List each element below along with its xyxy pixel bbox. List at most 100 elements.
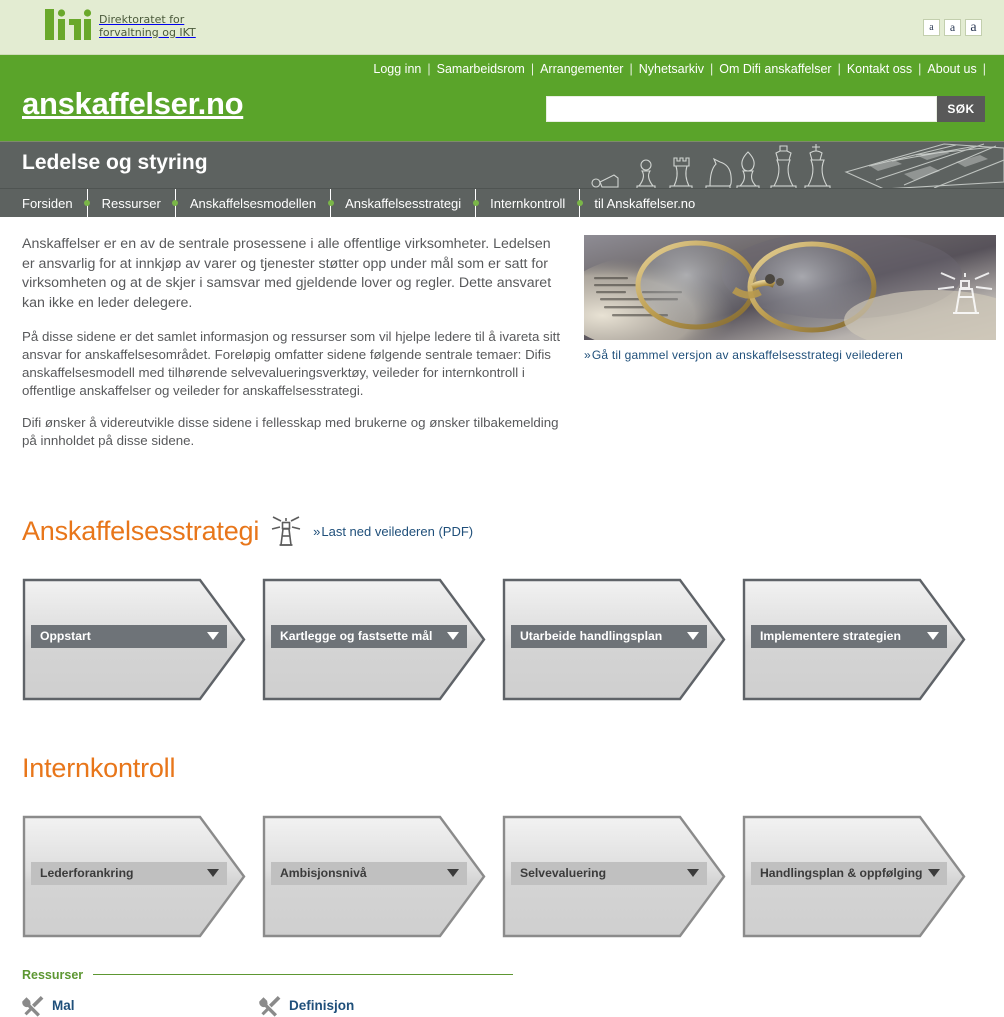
process-step-kartlegge-og-fastsette-mal[interactable]: Kartlegge og fastsette mål xyxy=(262,578,502,701)
strategy-process-row: Oppstart Kartlegge og fastsette mål Utar… xyxy=(22,578,982,701)
logo-bar: Direktoratet for forvaltning og IKT a a … xyxy=(0,0,1004,55)
tools-icon xyxy=(259,995,281,1017)
logo-tagline-line2: forvaltning og IKT xyxy=(99,25,196,39)
process-step-label-bar: Implementere strategien xyxy=(751,624,947,648)
nav-item-internkontroll[interactable]: Internkontroll xyxy=(476,189,579,217)
hero-banner: Ledelse og styring xyxy=(0,141,1004,188)
utility-separator: | xyxy=(710,61,714,76)
old-version-link[interactable]: »Gå til gammel versjon av anskaffelsesst… xyxy=(584,348,996,362)
internal-control-section-header: Internkontroll xyxy=(22,731,982,807)
process-step-label: Selvevaluering xyxy=(520,866,607,881)
site-title[interactable]: anskaffelser.no xyxy=(22,86,244,122)
process-step-selvevaluering[interactable]: Selvevaluering xyxy=(502,815,742,938)
utility-separator: | xyxy=(837,61,841,76)
utility-link-nyhetsarkiv[interactable]: Nyhetsarkiv xyxy=(633,62,710,76)
process-step-ambisjonsniva[interactable]: Ambisjonsnivå xyxy=(262,815,502,938)
utility-navigation: Logg inn | Samarbeidsrom | Arrangementer… xyxy=(0,55,1004,82)
resource-link-label: Mal xyxy=(52,998,75,1014)
process-step-label: Oppstart xyxy=(40,629,91,644)
process-step-label: Utarbeide handlingsplan xyxy=(520,629,663,644)
link-chevron-icon: » xyxy=(584,348,591,362)
process-step-label-bar: Handlingsplan & oppfølging xyxy=(751,861,947,885)
text-size-large[interactable]: a xyxy=(965,19,982,36)
pawn-icon xyxy=(636,159,656,188)
glasses-photo-graphic xyxy=(584,235,996,340)
chevron-down-icon xyxy=(447,632,459,641)
tools-icon xyxy=(22,995,44,1017)
utility-link-kontakt-oss[interactable]: Kontakt oss xyxy=(841,62,918,76)
nav-item-forsiden[interactable]: Forsiden xyxy=(0,189,87,217)
utility-separator: | xyxy=(530,61,535,76)
resource-link-mal[interactable]: Mal xyxy=(22,995,259,1017)
text-size-medium[interactable]: a xyxy=(944,19,961,36)
process-step-label: Implementere strategien xyxy=(760,629,901,644)
process-step-label: Handlingsplan & oppfølging xyxy=(760,866,923,881)
nav-item-til-anskaffelser-no[interactable]: til Anskaffelser.no xyxy=(580,189,709,217)
utility-separator: | xyxy=(427,61,431,76)
process-step-utarbeide-handlingsplan[interactable]: Utarbeide handlingsplan xyxy=(502,578,742,701)
intro-paragraph-3: Difi ønsker å videreutvikle disse sidene… xyxy=(22,415,559,448)
king-icon xyxy=(804,144,831,188)
internal-control-section-title: Internkontroll xyxy=(22,753,176,784)
old-version-link-label: Gå til gammel versjon av anskaffelsesstr… xyxy=(591,348,903,362)
search-input[interactable] xyxy=(546,96,937,122)
nav-separator xyxy=(84,189,91,217)
utility-link-logg-inn[interactable]: Logg inn xyxy=(367,62,427,76)
difi-logo[interactable]: Direktoratet for forvaltning og IKT xyxy=(30,8,196,42)
resources-header: Ressurser xyxy=(22,968,982,982)
nav-item-ressurser[interactable]: Ressurser xyxy=(88,189,175,217)
text-size-controls: a a a xyxy=(923,19,982,36)
process-step-label: Lederforankring xyxy=(40,866,134,881)
process-step-handlingsplan-og-oppfolging[interactable]: Handlingsplan & oppfølging xyxy=(742,815,982,938)
utility-separator: | xyxy=(918,61,922,76)
chevron-down-icon xyxy=(687,632,699,641)
utility-link-about-us[interactable]: About us xyxy=(921,62,982,76)
fallen-pawn-icon xyxy=(591,174,619,188)
queen-icon xyxy=(770,145,797,188)
difi-logo-tagline: Direktoratet for forvaltning og IKT xyxy=(99,11,196,39)
process-step-lederforankring[interactable]: Lederforankring xyxy=(22,815,262,938)
intro-paragraph-2: På disse sidene er det samlet informasjo… xyxy=(22,329,561,398)
process-step-label-bar: Kartlegge og fastsette mål xyxy=(271,624,467,648)
intro-row: Anskaffelser er en av de sentrale proses… xyxy=(22,219,996,464)
rook-icon xyxy=(669,157,693,188)
nav-separator xyxy=(327,189,334,217)
chess-banner-graphic xyxy=(591,143,1004,188)
chevron-down-icon xyxy=(207,632,219,641)
process-step-label: Kartlegge og fastsette mål xyxy=(280,629,433,644)
process-step-label-bar: Ambisjonsnivå xyxy=(271,861,467,885)
link-chevron-icon: » xyxy=(313,524,321,540)
difi-logo-icon xyxy=(33,9,92,40)
utility-link-samarbeidsrom[interactable]: Samarbeidsrom xyxy=(431,62,531,76)
logo-tagline-line1: Direktoratet for xyxy=(99,13,185,26)
page-title: Ledelse og styring xyxy=(22,151,208,174)
search-submit-button[interactable]: SØK xyxy=(937,96,985,122)
text-size-small[interactable]: a xyxy=(923,19,940,36)
intro-media-block: »Gå til gammel versjon av anskaffelsesst… xyxy=(584,235,996,464)
resources-divider xyxy=(93,974,514,976)
process-step-implementere-strategien[interactable]: Implementere strategien xyxy=(742,578,982,701)
utility-separator: | xyxy=(629,61,633,76)
utility-link-arrangementer[interactable]: Arrangementer xyxy=(534,62,629,76)
intro-text-block: Anskaffelser er en av de sentrale proses… xyxy=(22,235,562,464)
nav-item-anskaffelsesmodellen[interactable]: Anskaffelsesmodellen xyxy=(176,189,330,217)
resource-link-definisjon[interactable]: Definisjon xyxy=(259,995,496,1017)
chevron-down-icon xyxy=(447,869,459,878)
resources-title: Ressurser xyxy=(22,967,84,982)
process-step-oppstart[interactable]: Oppstart xyxy=(22,578,262,701)
download-guide-link[interactable]: »Last ned veilederen (PDF) xyxy=(313,524,473,539)
internal-control-process-row: Lederforankring Ambisjonsnivå Selvevalue… xyxy=(22,815,982,938)
resource-link-label: Definisjon xyxy=(289,998,355,1014)
chessboard-graphic xyxy=(844,143,1004,188)
chevron-down-icon xyxy=(687,869,699,878)
process-step-label: Ambisjonsnivå xyxy=(280,866,367,881)
nav-separator xyxy=(576,189,583,217)
strategy-section-title: Anskaffelsesstrategi xyxy=(22,516,260,547)
nav-item-anskaffelsesstrategi[interactable]: Anskaffelsesstrategi xyxy=(331,189,475,217)
download-guide-label: Last ned veilederen (PDF) xyxy=(321,524,474,540)
utility-link-om-difi-anskaffelser[interactable]: Om Difi anskaffelser xyxy=(713,62,837,76)
nav-separator xyxy=(472,189,479,217)
main-navigation: Forsiden Ressurser Anskaffelsesmodellen … xyxy=(0,188,1004,219)
process-step-label-bar: Selvevaluering xyxy=(511,861,707,885)
nav-separator xyxy=(172,189,179,217)
